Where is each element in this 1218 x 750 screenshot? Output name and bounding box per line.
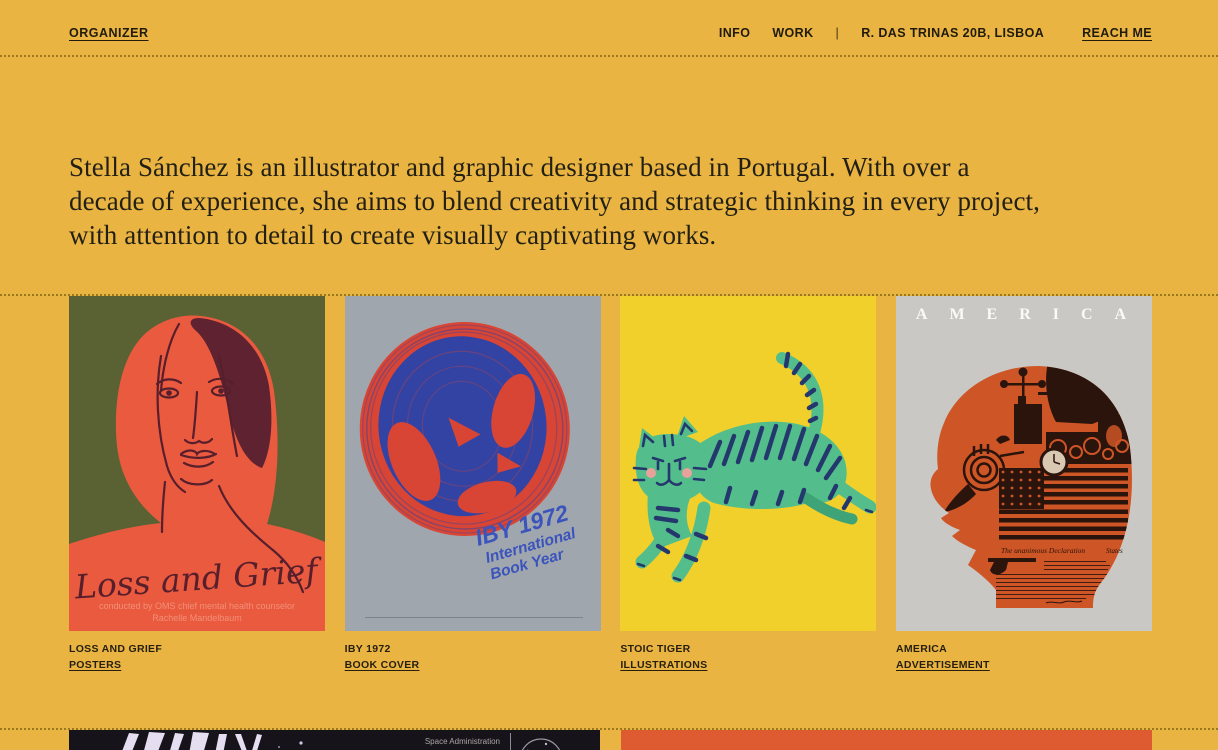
iby-book-cover: IBY 1972 International Book Year [345, 296, 601, 631]
intro-statement: Stella Sánchez is an illustrator and gra… [69, 151, 1158, 252]
nav-divider: | [836, 26, 840, 40]
project-category-link[interactable]: BOOK COVER [345, 659, 420, 673]
project-category-link[interactable]: ADVERTISEMENT [896, 659, 990, 673]
artwork-orange-poster[interactable] [621, 730, 1152, 750]
project-grid: Loss and Grief conducted by OMS chief me… [0, 296, 1218, 672]
project-caption: LOSS AND GRIEF POSTERS [69, 643, 325, 672]
project-title: AMERICA [896, 643, 1152, 657]
main-nav: INFO WORK | R. DAS TRINAS 20B, LISBOA RE… [719, 26, 1152, 40]
space-administration-label: Space Administration [425, 737, 500, 746]
declaration-tail: States [1106, 547, 1123, 555]
project-title: LOSS AND GRIEF [69, 643, 325, 657]
tiger-illustration [620, 296, 876, 631]
project-card-stoic-tiger: STOIC TIGER ILLUSTRATIONS [620, 296, 876, 672]
intro-line-2: decade of experience, she aims to blend … [69, 185, 1158, 219]
project-card-iby-1972: IBY 1972 International Book Year IBY 197… [345, 296, 601, 672]
artwork-america[interactable]: AMERICA [896, 296, 1152, 631]
reach-me-link[interactable]: REACH ME [1082, 26, 1152, 40]
tiger-cheek [682, 468, 692, 478]
logo-link[interactable]: ORGANIZER [69, 26, 149, 40]
artwork-stoic-tiger[interactable] [620, 296, 876, 631]
artwork-iby-1972[interactable]: IBY 1972 International Book Year [345, 296, 601, 631]
site-header: ORGANIZER INFO WORK | R. DAS TRINAS 20B,… [0, 0, 1218, 57]
project-category-link[interactable]: ILLUSTRATIONS [620, 659, 707, 673]
woman-portrait-poster: Loss and Grief conducted by OMS chief me… [69, 296, 325, 631]
tiger-cheek [646, 468, 656, 478]
space-poster-top-edge: Space Administration [69, 730, 600, 750]
project-caption: AMERICA ADVERTISEMENT [896, 643, 1152, 672]
america-head-poster: AMERICA [896, 296, 1152, 631]
artwork-loss-and-grief[interactable]: Loss and Grief conducted by OMS chief me… [69, 296, 325, 631]
project-caption: STOIC TIGER ILLUSTRATIONS [620, 643, 876, 672]
poster-credit-line: conducted by OMS chief mental health cou… [99, 601, 295, 611]
project-category-link[interactable]: POSTERS [69, 659, 121, 673]
nav-work[interactable]: WORK [772, 26, 813, 40]
america-headline: AMERICA [916, 306, 1148, 323]
poster-credit-name: Rachelle Mandelbaum [152, 613, 242, 623]
studio-address: R. DAS TRINAS 20B, LISBOA [861, 26, 1044, 40]
project-title: IBY 1972 [345, 643, 601, 657]
nav-info[interactable]: INFO [719, 26, 750, 40]
project-card-loss-and-grief: Loss and Grief conducted by OMS chief me… [69, 296, 325, 672]
intro-line-1: Stella Sánchez is an illustrator and gra… [69, 151, 1158, 185]
project-title: STOIC TIGER [620, 643, 876, 657]
project-grid-row-2: Space Administration [0, 730, 1218, 750]
declaration-title: The unanimous Declaration [1001, 546, 1085, 555]
project-card-america: AMERICA [896, 296, 1152, 672]
artwork-space-poster[interactable]: Space Administration [69, 730, 600, 750]
intro-line-3: with attention to detail to create visua… [69, 219, 1158, 253]
project-caption: IBY 1972 BOOK COVER [345, 643, 601, 672]
